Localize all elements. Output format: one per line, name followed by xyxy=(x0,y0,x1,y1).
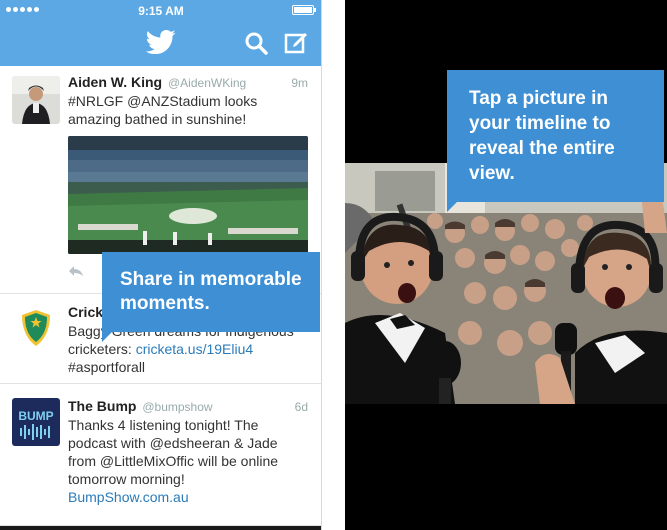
tweet-time: 6d xyxy=(294,400,308,414)
compose-icon[interactable] xyxy=(284,30,308,54)
tap-picture-tooltip: Tap a picture in your timeline to reveal… xyxy=(447,70,664,212)
tooltip-arrow xyxy=(102,332,112,342)
tweet-handle[interactable]: @AidenWKing xyxy=(168,76,246,90)
reply-icon[interactable] xyxy=(68,265,84,277)
status-time: 9:15 AM xyxy=(138,4,184,18)
share-tooltip: Share in memorable moments. xyxy=(102,252,320,342)
bottom-edge xyxy=(0,526,321,530)
tap-tooltip-text: Tap a picture in your timeline to reveal… xyxy=(469,88,615,184)
tweet-link[interactable]: cricketa.us/19Eliu4 xyxy=(136,341,254,357)
battery-icon xyxy=(292,5,316,15)
screen-divider xyxy=(322,0,345,530)
tweet-author[interactable]: Crick xyxy=(68,304,103,320)
tweet-handle[interactable]: @bumpshow xyxy=(142,400,212,414)
tweet-photo[interactable] xyxy=(68,136,308,254)
tweet-text-segment: cricketers: xyxy=(68,341,136,357)
tweet-author[interactable]: Aiden W. King @AidenWKing xyxy=(68,74,246,90)
avatar[interactable] xyxy=(12,304,60,352)
avatar[interactable] xyxy=(12,76,60,124)
tweet-author[interactable]: The Bump @bumpshow xyxy=(68,398,213,414)
status-bar: 9:15 AM xyxy=(0,0,321,20)
tweet-time: 9m xyxy=(291,76,308,90)
tweet-item[interactable]: BUMP The Bump @bumpshow 6d Thanks 4 list… xyxy=(0,384,321,526)
tweet-link[interactable]: BumpShow.com.au xyxy=(68,488,304,506)
nav-bar xyxy=(0,20,321,66)
avatar-text: BUMP xyxy=(18,409,53,423)
tweet-text-body: Thanks 4 listening tonight! The podcast … xyxy=(68,417,279,487)
share-tooltip-text: Share in memorable moments. xyxy=(120,269,302,314)
hashtag-link[interactable]: #asportforall xyxy=(68,358,308,376)
twitter-bird-icon xyxy=(146,30,176,54)
tooltip-arrow xyxy=(447,202,457,212)
avatar[interactable]: BUMP xyxy=(12,398,60,446)
tweet-text: Thanks 4 listening tonight! The podcast … xyxy=(68,416,304,506)
tweet-text-line: cricketers: cricketa.us/19Eliu4 xyxy=(68,340,308,358)
tweet-text: #NRLGF @ANZStadium looks amazing bathed … xyxy=(68,93,258,127)
search-icon[interactable] xyxy=(244,31,268,55)
